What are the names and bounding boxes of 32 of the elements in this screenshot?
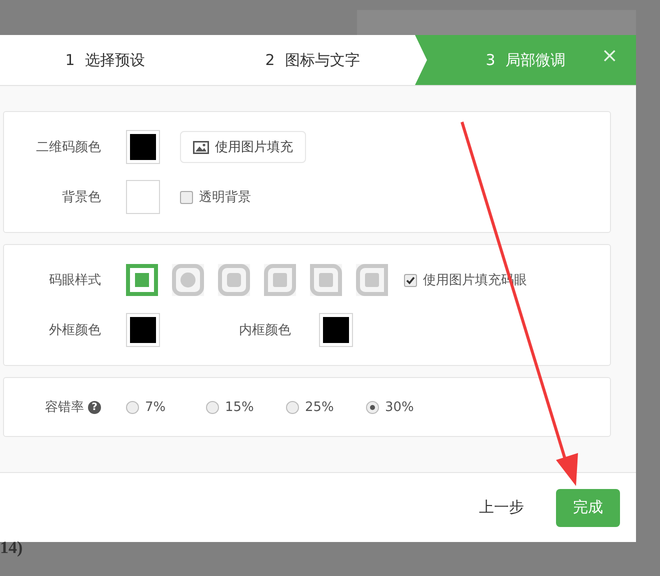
radio-label: 7% bbox=[145, 400, 166, 414]
radio-button[interactable] bbox=[126, 400, 139, 414]
radio-label: 15% bbox=[225, 400, 254, 414]
radio-button[interactable] bbox=[206, 400, 219, 414]
color-swatch[interactable] bbox=[126, 130, 160, 164]
image-fill-button[interactable]: 使用图片填充 bbox=[180, 131, 306, 163]
eye-style-option[interactable] bbox=[218, 264, 250, 296]
field-label: 容错率 bbox=[45, 399, 84, 416]
field-label: 二维码颜色 bbox=[35, 139, 101, 156]
eye-style-option[interactable] bbox=[172, 264, 204, 296]
background-text: 14) bbox=[0, 537, 24, 558]
radio-button[interactable] bbox=[366, 400, 379, 414]
checkbox[interactable] bbox=[404, 274, 417, 286]
eye-style-option[interactable] bbox=[264, 264, 296, 296]
color-swatch[interactable] bbox=[126, 313, 160, 347]
checkbox-label: 透明背景 bbox=[199, 189, 251, 206]
field-label: 外框颜色 bbox=[48, 322, 101, 339]
radio-button[interactable] bbox=[286, 400, 299, 414]
checkbox[interactable] bbox=[180, 190, 193, 204]
color-swatch[interactable] bbox=[126, 180, 160, 214]
field-label: 背景色 bbox=[61, 189, 101, 206]
radio-label: 30% bbox=[385, 400, 414, 414]
back-button[interactable]: 上一步 bbox=[473, 497, 530, 518]
eye-style-option[interactable] bbox=[310, 264, 342, 296]
field-label: 码眼样式 bbox=[48, 272, 101, 289]
help-icon[interactable]: ? bbox=[88, 400, 101, 414]
field-label: 内框颜色 bbox=[238, 322, 291, 339]
image-icon bbox=[193, 140, 209, 154]
color-swatch[interactable] bbox=[319, 313, 353, 347]
eye-style-option[interactable] bbox=[356, 264, 388, 296]
radio-label: 25% bbox=[305, 400, 334, 414]
eye-style-option[interactable] bbox=[126, 264, 158, 296]
